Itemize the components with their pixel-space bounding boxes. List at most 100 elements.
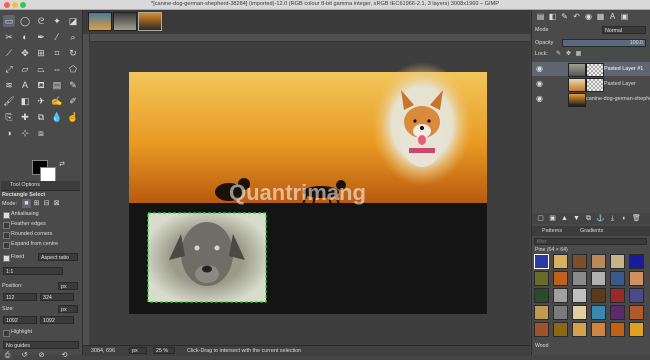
pattern-swatch[interactable]	[534, 288, 549, 303]
gradients-tab[interactable]: Gradients	[580, 228, 603, 234]
subtract-mode-icon[interactable]: ⊟	[42, 199, 51, 208]
antialiasing-checkbox[interactable]	[3, 212, 10, 219]
layer-row[interactable]: ◉ canine-dog-german-shepherd	[532, 92, 650, 107]
fonts-tab-icon[interactable]: A	[608, 12, 617, 21]
heal-tool-icon[interactable]: ✚	[19, 111, 31, 123]
bucket-fill-tool-icon[interactable]: ⛾	[35, 79, 47, 91]
mask-icon[interactable]: ◐	[620, 214, 629, 223]
paths-tool-icon[interactable]: ✒	[35, 31, 47, 43]
warp-tool-icon[interactable]: ≋	[3, 79, 15, 91]
fixed-checkbox[interactable]	[3, 255, 10, 262]
pattern-swatch[interactable]	[629, 305, 644, 320]
pattern-swatch[interactable]	[572, 271, 587, 286]
paintbrush-tool-icon[interactable]: 🖌	[3, 95, 15, 107]
color-picker-tool-icon[interactable]: ⁄	[51, 31, 63, 43]
free-select-tool-icon[interactable]: ᘓ	[35, 15, 47, 27]
blur-tool-icon[interactable]: 💧	[51, 111, 63, 123]
pattern-filter-input[interactable]	[534, 238, 647, 245]
size-height-input[interactable]: 1092	[40, 316, 74, 324]
position-y-input[interactable]: 324	[40, 293, 74, 301]
feather-edges-checkbox[interactable]	[3, 222, 10, 229]
ink-tool-icon[interactable]: ✍	[51, 95, 63, 107]
save-options-icon[interactable]: ⎙	[3, 351, 12, 360]
smudge-tool-icon[interactable]: ☝	[67, 111, 79, 123]
visibility-eye-icon[interactable]: ◉	[536, 65, 544, 73]
unified-transform-tool-icon[interactable]: ⧈	[35, 127, 47, 139]
position-x-input[interactable]: 112	[3, 293, 37, 301]
pattern-swatch[interactable]	[629, 271, 644, 286]
handle-transform-tool-icon[interactable]: ⊹	[19, 127, 31, 139]
pattern-swatch[interactable]	[572, 322, 587, 337]
eraser-tool-icon[interactable]: ◧	[19, 95, 31, 107]
pattern-swatch[interactable]	[591, 322, 606, 337]
aspect-ratio-input[interactable]: 1:1	[3, 267, 63, 275]
patterns-tab[interactable]: Patterns	[542, 228, 562, 234]
lower-layer-icon[interactable]: ▼	[572, 214, 581, 223]
anchor-layer-icon[interactable]: ⚓	[596, 214, 605, 223]
mypaint-brush-tool-icon[interactable]: ✐	[67, 95, 79, 107]
pattern-swatch[interactable]	[610, 288, 625, 303]
image-tab-3-active[interactable]	[138, 12, 162, 31]
lock-position-icon[interactable]: ✥	[564, 50, 573, 59]
new-layer-icon[interactable]: ▢	[536, 214, 545, 223]
pattern-swatch[interactable]	[572, 254, 587, 269]
new-layer-group-icon[interactable]: ▣	[548, 214, 557, 223]
image-tab-2[interactable]	[113, 12, 137, 31]
pattern-swatch[interactable]	[572, 305, 587, 320]
ellipse-select-tool-icon[interactable]: ◯	[19, 15, 31, 27]
image-tab-1[interactable]	[88, 12, 112, 31]
pattern-swatch[interactable]	[591, 305, 606, 320]
pattern-swatch[interactable]	[553, 322, 568, 337]
pattern-swatch[interactable]	[591, 288, 606, 303]
duplicate-layer-icon[interactable]: ⧉	[584, 214, 593, 223]
add-mode-icon[interactable]: ⊞	[32, 199, 41, 208]
pattern-swatch[interactable]	[553, 254, 568, 269]
channels-tab-icon[interactable]: ◧	[548, 12, 557, 21]
layer-row[interactable]: ◉ Pasted Layer #1	[532, 62, 650, 77]
raise-layer-icon[interactable]: ▲	[560, 214, 569, 223]
zoom-tool-icon[interactable]: ⌕	[67, 31, 79, 43]
canvas-workspace[interactable]: Quantrimang	[89, 42, 530, 345]
flip-tool-icon[interactable]: ⇔	[51, 63, 63, 75]
restore-options-icon[interactable]: ↺	[20, 351, 29, 360]
size-width-input[interactable]: 1092	[3, 316, 37, 324]
undo-history-tab-icon[interactable]: ↶	[572, 12, 581, 21]
unit-select[interactable]: px	[129, 347, 147, 354]
pattern-swatch[interactable]	[610, 322, 625, 337]
foreground-select-tool-icon[interactable]: ◐	[19, 31, 31, 43]
rotate-tool-icon[interactable]: ↻	[67, 47, 79, 59]
size-unit-select[interactable]: px	[58, 305, 78, 313]
guides-select[interactable]: No guides	[3, 341, 79, 349]
background-color-swatch[interactable]	[40, 167, 56, 182]
pattern-swatch[interactable]	[553, 288, 568, 303]
color-select-tool-icon[interactable]: ◪	[67, 15, 79, 27]
horizontal-ruler[interactable]	[89, 34, 530, 42]
highlight-checkbox[interactable]	[3, 330, 10, 337]
pattern-swatch[interactable]	[572, 288, 587, 303]
tool-options-tab[interactable]: Tool Options	[1, 181, 80, 191]
airbrush-tool-icon[interactable]: ✈	[35, 95, 47, 107]
clone-tool-icon[interactable]: ⎘	[3, 111, 15, 123]
cage-tool-icon[interactable]: ⬠	[67, 63, 79, 75]
dodge-burn-tool-icon[interactable]: ◑	[3, 127, 15, 139]
layer-mode-select[interactable]: Normal	[602, 26, 646, 34]
pattern-swatch[interactable]	[553, 305, 568, 320]
intersect-mode-icon[interactable]: ⊠	[52, 199, 61, 208]
delete-layer-icon[interactable]: 🗑	[632, 214, 641, 223]
perspective-tool-icon[interactable]: ⏢	[35, 63, 47, 75]
fixed-mode-select[interactable]: Aspect ratio	[38, 253, 78, 261]
scale-tool-icon[interactable]: ⤢	[3, 63, 15, 75]
fuzzy-select-tool-icon[interactable]: ✦	[51, 15, 63, 27]
pattern-swatch[interactable]	[610, 305, 625, 320]
pattern-swatch[interactable]	[629, 288, 644, 303]
pencil-tool-icon[interactable]: ✎	[67, 79, 79, 91]
layers-tab-icon[interactable]: ▤	[536, 12, 545, 21]
delete-options-icon[interactable]: ⊘	[37, 351, 46, 360]
lock-pixels-icon[interactable]: ✎	[554, 50, 563, 59]
replace-mode-icon[interactable]: ■	[22, 199, 31, 208]
reset-options-icon[interactable]: ⟲	[60, 351, 69, 360]
position-unit-select[interactable]: px	[58, 282, 78, 290]
pattern-swatch[interactable]	[534, 305, 549, 320]
document-history-tab-icon[interactable]: ▣	[620, 12, 629, 21]
text-tool-icon[interactable]: A	[19, 79, 31, 91]
